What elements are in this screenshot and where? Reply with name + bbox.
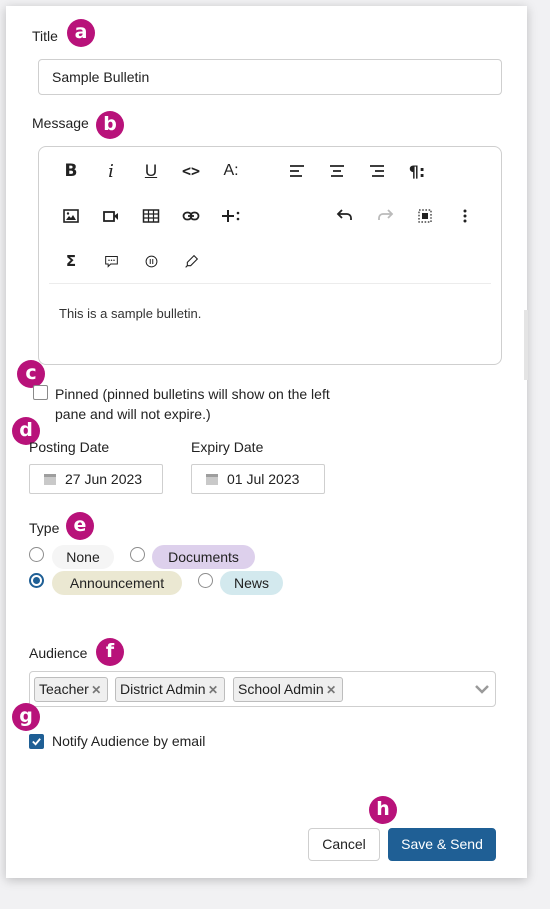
pinned-label: Pinned (pinned bulletins will show on th… xyxy=(55,384,330,424)
insert-video-button[interactable] xyxy=(97,202,125,230)
comment-button[interactable] xyxy=(97,247,125,275)
notify-label: Notify Audience by email xyxy=(52,733,206,749)
message-editor: B i U <> A: ¶: Σ This is a sample bullet… xyxy=(38,146,502,365)
insert-formula-button[interactable]: Σ xyxy=(57,247,85,275)
insert-link-button[interactable] xyxy=(177,202,205,230)
bold-button[interactable]: B xyxy=(57,157,85,185)
image-icon xyxy=(63,209,79,223)
audience-tag-district-admin: District Admin ✕ xyxy=(115,677,225,702)
audience-label: Audience xyxy=(29,645,88,661)
align-left-button[interactable] xyxy=(283,157,311,185)
pinned-label-line2: pane and will not expire.) xyxy=(55,406,211,422)
code-button[interactable]: <> xyxy=(177,157,205,185)
insert-more-button[interactable] xyxy=(217,202,245,230)
align-center-icon xyxy=(330,165,344,177)
title-label: Title xyxy=(32,28,58,44)
more-vertical-icon xyxy=(463,209,467,223)
underline-button[interactable]: U xyxy=(137,157,165,185)
font-size-button[interactable]: A: xyxy=(217,157,245,185)
select-all-icon xyxy=(418,209,432,223)
type-label: Type xyxy=(29,520,60,536)
type-radio-documents[interactable] xyxy=(130,547,145,562)
marker-f: f xyxy=(96,638,124,666)
audience-tag-label: Teacher xyxy=(39,681,89,697)
plus-icon xyxy=(222,210,240,222)
insert-image-button[interactable] xyxy=(57,202,85,230)
special-chars-button[interactable] xyxy=(137,247,165,275)
redo-button[interactable] xyxy=(371,202,399,230)
align-right-button[interactable] xyxy=(363,157,391,185)
bold-icon: B xyxy=(64,161,78,181)
marker-a: a xyxy=(67,19,95,47)
expiry-date-value: 01 Jul 2023 xyxy=(227,471,300,487)
align-center-button[interactable] xyxy=(323,157,351,185)
audience-tag-school-admin: School Admin ✕ xyxy=(233,677,343,702)
editor-divider xyxy=(49,283,491,284)
audience-select[interactable]: Teacher ✕ District Admin ✕ School Admin ✕ xyxy=(29,671,496,707)
pinned-label-line1: Pinned (pinned bulletins will show on th… xyxy=(55,386,330,402)
marker-icon xyxy=(184,254,198,268)
title-input[interactable]: Sample Bulletin xyxy=(38,59,502,95)
cancel-button[interactable]: Cancel xyxy=(308,828,380,861)
marker-g: g xyxy=(12,703,40,731)
expiry-date-input[interactable]: 01 Jul 2023 xyxy=(191,464,325,494)
video-icon xyxy=(103,211,118,222)
audience-tag-label: School Admin xyxy=(238,681,324,697)
bulletin-form-card: Title a Sample Bulletin Message b B i U … xyxy=(6,6,527,878)
audience-tag-label: District Admin xyxy=(120,681,206,697)
undo-button[interactable] xyxy=(331,202,359,230)
audience-tag-teacher: Teacher ✕ xyxy=(34,677,108,702)
align-left-icon xyxy=(290,165,304,177)
type-radio-announcement[interactable] xyxy=(29,573,44,588)
insert-table-button[interactable] xyxy=(137,202,165,230)
type-radio-news[interactable] xyxy=(198,573,213,588)
expiry-date-label: Expiry Date xyxy=(191,439,264,455)
remove-tag-icon[interactable]: ✕ xyxy=(207,679,220,702)
remove-tag-icon[interactable]: ✕ xyxy=(325,679,338,702)
type-pill-news[interactable]: News xyxy=(220,571,283,595)
marker-b: b xyxy=(96,111,124,139)
save-send-button[interactable]: Save & Send xyxy=(388,828,496,861)
check-icon xyxy=(32,738,41,746)
type-pill-none[interactable]: None xyxy=(52,545,114,569)
scrollbar[interactable] xyxy=(524,310,528,380)
marker-e: e xyxy=(66,512,94,540)
omega-icon xyxy=(145,255,157,267)
posting-date-input[interactable]: 27 Jun 2023 xyxy=(29,464,163,494)
marker-c: c xyxy=(17,360,45,388)
message-body[interactable]: This is a sample bulletin. xyxy=(59,306,201,321)
italic-icon: i xyxy=(108,160,114,182)
table-icon xyxy=(142,209,160,223)
message-label: Message xyxy=(32,115,89,131)
marker-h: h xyxy=(369,796,397,824)
italic-button[interactable]: i xyxy=(97,157,125,185)
notify-checkbox[interactable] xyxy=(29,734,44,749)
pinned-checkbox[interactable] xyxy=(33,385,48,400)
posting-date-value: 27 Jun 2023 xyxy=(65,471,143,487)
calendar-icon xyxy=(44,474,56,485)
code-icon: <> xyxy=(181,162,201,180)
type-radio-none[interactable] xyxy=(29,547,44,562)
font-size-icon: A: xyxy=(223,162,239,179)
chevron-down-icon[interactable] xyxy=(475,683,489,695)
align-right-icon xyxy=(370,165,384,177)
paragraph-icon: ¶: xyxy=(408,161,426,181)
more-options-button[interactable] xyxy=(451,202,479,230)
link-icon xyxy=(182,211,200,221)
select-all-button[interactable] xyxy=(411,202,439,230)
paragraph-format-button[interactable]: ¶: xyxy=(403,157,431,185)
highlight-button[interactable] xyxy=(177,247,205,275)
sigma-icon: Σ xyxy=(65,252,77,270)
underline-icon: U xyxy=(144,161,158,180)
type-pill-announcement[interactable]: Announcement xyxy=(52,571,182,595)
posting-date-label: Posting Date xyxy=(29,439,110,455)
redo-icon xyxy=(378,209,394,220)
undo-icon xyxy=(336,209,352,220)
comment-icon xyxy=(104,255,118,268)
remove-tag-icon[interactable]: ✕ xyxy=(90,679,103,702)
calendar-icon xyxy=(206,474,218,485)
type-pill-documents[interactable]: Documents xyxy=(152,545,255,569)
